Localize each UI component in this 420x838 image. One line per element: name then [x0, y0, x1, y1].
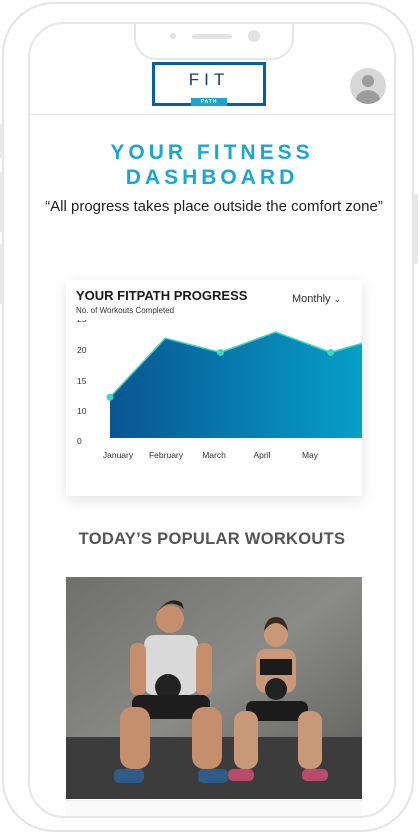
volume-up-button — [0, 172, 4, 232]
period-dropdown[interactable]: Monthly ⌄ — [292, 293, 341, 305]
page-title-line2: DASHBOARD — [125, 166, 299, 189]
y-tick-label: 0 — [77, 436, 82, 446]
speaker-grille — [192, 34, 232, 39]
progress-chart: 0 10 15 20 25 January February March April May — [77, 320, 362, 460]
y-tick-label: 10 — [77, 406, 87, 416]
x-tick-label: March — [202, 450, 226, 460]
workout-photo[interactable] — [66, 577, 362, 799]
logo-sub: PATH — [191, 98, 227, 106]
user-avatar-icon[interactable] — [350, 68, 386, 104]
phone-screen: FIT PATH YOUR FITNESS DASHBOARD “All pro… — [28, 22, 396, 818]
popular-workouts-title: TODAY’S POPULAR WORKOUTS — [78, 530, 346, 548]
chevron-down-icon: ⌄ — [333, 294, 342, 304]
volume-down-button — [0, 244, 4, 304]
data-point[interactable] — [106, 393, 114, 401]
motivational-quote: “All progress takes place outside the co… — [45, 198, 383, 215]
data-point[interactable] — [216, 348, 224, 356]
header-divider — [30, 114, 394, 115]
x-tick-label: January — [103, 450, 134, 460]
workout-card-footer — [66, 800, 362, 816]
data-point[interactable] — [327, 348, 335, 356]
power-button — [413, 194, 418, 264]
x-tick-label: February — [149, 450, 184, 460]
x-tick-label: May — [302, 450, 319, 460]
y-tick-label: 15 — [77, 376, 87, 386]
period-dropdown-value: Monthly — [292, 293, 331, 305]
page-title: YOUR FITNESS DASHBOARD — [30, 140, 394, 190]
logo-word: FIT — [188, 70, 230, 89]
phone-frame: FIT PATH YOUR FITNESS DASHBOARD “All pro… — [0, 2, 418, 832]
app-logo[interactable]: FIT PATH — [152, 62, 266, 106]
y-tick-label: 20 — [77, 345, 87, 355]
phone-notch — [134, 24, 294, 60]
progress-card-subtitle: No. of Workouts Completed — [76, 306, 175, 315]
area-series — [110, 332, 362, 438]
front-camera — [248, 30, 260, 42]
page-title-line1: YOUR FITNESS — [110, 141, 314, 164]
sensor-dot — [170, 33, 176, 39]
side-button — [0, 124, 4, 158]
progress-card: YOUR FITPATH PROGRESS No. of Workouts Co… — [66, 280, 362, 496]
progress-card-title: YOUR FITPATH PROGRESS — [76, 288, 248, 303]
y-tick-label: 25 — [77, 320, 87, 324]
x-tick-label: April — [253, 450, 270, 460]
